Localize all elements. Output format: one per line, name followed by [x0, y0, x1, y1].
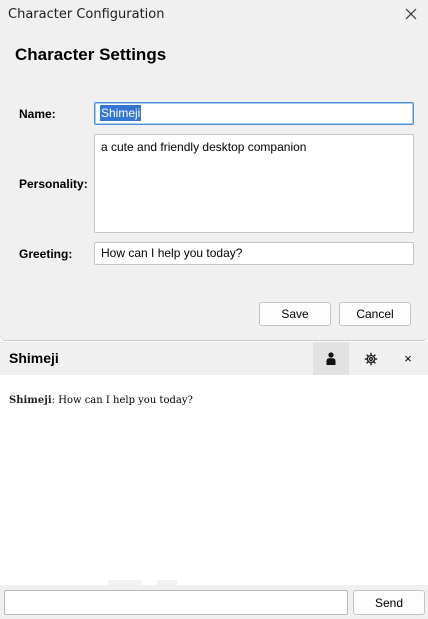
- cancel-button[interactable]: Cancel: [339, 302, 411, 326]
- close-icon: ×: [404, 351, 412, 366]
- name-label: Name:: [19, 107, 56, 121]
- dialog-title: Character Configuration: [8, 7, 165, 22]
- close-icon: [405, 8, 417, 20]
- settings-heading: Character Settings: [15, 45, 167, 64]
- save-button[interactable]: Save: [259, 302, 331, 326]
- settings-button[interactable]: [353, 342, 389, 375]
- greeting-field[interactable]: How can I help you today?: [94, 242, 414, 265]
- name-field-value: Shimeji: [100, 105, 142, 121]
- personality-textarea[interactable]: a cute and friendly desktop companion: [94, 134, 414, 233]
- message-sender: Shimeji: [9, 395, 52, 406]
- chat-close-button[interactable]: ×: [390, 342, 426, 375]
- send-button[interactable]: Send: [353, 590, 425, 615]
- dialog-close-button[interactable]: [400, 3, 422, 25]
- chat-header: Shimeji ×: [0, 342, 428, 375]
- greeting-label: Greeting:: [19, 247, 73, 261]
- name-field[interactable]: Shimeji: [94, 102, 414, 125]
- chat-log: Shimeji: How can I help you today?: [0, 375, 428, 585]
- chat-message-input[interactable]: [4, 590, 348, 615]
- chat-message: Shimeji: How can I help you today?: [9, 395, 193, 406]
- chat-title: Shimeji: [9, 350, 59, 366]
- message-text: How can I help you today?: [58, 395, 193, 406]
- chat-input-bar: Send: [0, 585, 428, 619]
- gear-icon: [364, 352, 378, 365]
- dialog-titlebar: Character Configuration: [0, 0, 428, 30]
- character-config-dialog: Character Configuration Character Settin…: [0, 0, 428, 341]
- personality-label: Personality:: [19, 177, 88, 191]
- message-separator: :: [51, 395, 56, 406]
- character-button[interactable]: [313, 342, 349, 375]
- person-icon: [326, 351, 336, 365]
